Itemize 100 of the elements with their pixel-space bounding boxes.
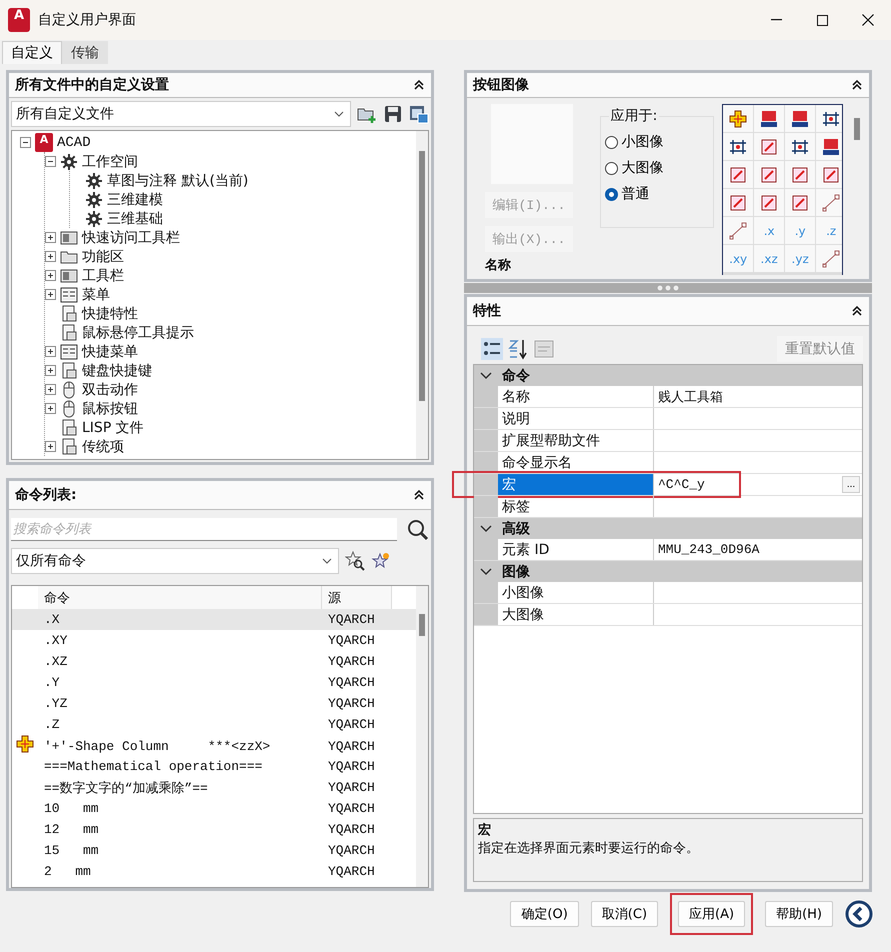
dimension-icon[interactable] [791,138,810,156]
tree-item[interactable]: 三维建模 [107,190,163,208]
dialog-button[interactable]: 取消(C) [590,901,658,927]
command-cell[interactable]: 12 mm [38,819,322,840]
dialog-button[interactable]: 应用(A) [678,901,746,927]
scrollbar[interactable] [416,131,428,459]
command-cell[interactable]: 15 mm [38,840,322,861]
tree-item[interactable]: 快捷菜单 [82,342,138,360]
maximize-icon[interactable] [816,14,828,26]
radio-button[interactable]: 普通 [604,185,714,203]
frame-icon[interactable] [760,194,778,212]
command-cell[interactable]: .Y [38,672,322,693]
star-search-icon[interactable] [345,551,365,571]
splitter-handle[interactable] [464,283,872,293]
window-list-icon[interactable] [409,104,429,124]
tab[interactable]: 自定义 [2,41,62,64]
collapse-icon[interactable] [413,489,425,501]
command-cell[interactable]: .XY [38,630,322,651]
property-name[interactable]: 标签 [498,496,654,517]
dimension-icon[interactable] [729,138,748,156]
tree-item[interactable]: 快速访问工具栏 [82,228,180,246]
property-name[interactable]: 宏 [498,474,654,495]
property-name[interactable]: 命令显示名 [498,452,654,473]
tab[interactable]: 传输 [62,41,108,64]
tree-item[interactable]: LISP 文件 [82,418,144,436]
expand-node-icon[interactable] [45,251,56,262]
command-cell[interactable]: ==数字文字的“加减乘除”== [38,777,322,798]
files-dropdown[interactable]: 所有自定义文件 [11,101,351,127]
cross-icon[interactable] [729,110,748,128]
command-cell[interactable]: .X [38,609,322,630]
scrollbar[interactable] [416,586,428,887]
dimension-icon[interactable] [822,110,840,128]
tree-item[interactable]: 双击动作 [82,380,138,398]
dialog-button[interactable]: 帮助(H) [765,901,833,927]
column-header[interactable]: 源 [322,586,392,609]
tree-item[interactable]: 三维基础 [107,210,163,228]
search-field[interactable]: 搜索命令列表 [11,518,397,541]
radio-button[interactable]: 大图像 [604,159,714,177]
command-cell[interactable]: 10 mm [38,798,322,819]
save-icon[interactable] [383,104,403,124]
line-icon[interactable] [822,250,840,268]
command-cell[interactable]: '+'-Shape Column ***<zzX> [38,736,322,756]
collapse-icon[interactable] [851,305,863,317]
expand-node-icon[interactable] [45,232,56,243]
collapse-icon[interactable] [851,79,863,91]
collapse-node-icon[interactable] [45,156,56,167]
back-icon[interactable] [845,900,873,928]
tree-item[interactable]: 工具栏 [82,266,124,284]
frame-icon[interactable] [760,166,778,184]
expand-node-icon[interactable] [45,289,56,300]
tree-item[interactable]: 鼠标悬停工具提示 [82,324,194,342]
tree-item[interactable]: 菜单 [82,286,110,304]
sort-icon[interactable] [507,338,529,360]
property-name[interactable]: 小图像 [498,582,654,603]
property-value[interactable]: 贱人工具箱 [658,388,723,406]
command-cell[interactable]: .YZ [38,693,322,714]
dialog-button[interactable]: 确定(O) [510,901,579,927]
search-icon[interactable] [407,518,429,540]
radio-button[interactable]: 小图像 [604,133,714,151]
line-icon[interactable] [729,222,748,240]
area-icon[interactable] [791,110,810,128]
tree-item[interactable]: 鼠标按钮 [82,400,138,418]
property-value[interactable]: ^C^C_y [658,477,705,492]
close-icon[interactable] [862,14,874,26]
frame-icon[interactable] [791,194,810,212]
frame-icon[interactable] [729,194,748,212]
frame-icon[interactable] [760,138,778,156]
categorized-icon[interactable] [481,338,503,360]
browse-button[interactable]: ... [842,476,860,493]
property-name[interactable]: 扩展型帮助文件 [498,430,654,451]
star-icon[interactable] [371,551,391,571]
area-icon[interactable] [760,110,778,128]
command-cell[interactable]: .Z [38,714,322,735]
tree-item[interactable]: 功能区 [82,248,124,266]
expand-node-icon[interactable] [45,346,56,357]
expand-node-icon[interactable] [45,270,56,281]
tree-item[interactable]: 快捷特性 [82,304,138,322]
command-cell[interactable]: 2 mm [38,861,322,882]
property-name[interactable]: 说明 [498,408,654,429]
expand-node-icon[interactable] [45,441,56,452]
line-icon[interactable] [822,194,840,212]
frame-icon[interactable] [822,166,840,184]
command-cell[interactable]: .XZ [38,651,322,672]
expand-node-icon[interactable] [45,384,56,395]
tree-item[interactable]: ACAD [57,134,91,150]
property-name[interactable]: 大图像 [498,604,654,625]
filter-dropdown[interactable]: 仅所有命令 [11,548,339,574]
property-name[interactable]: 名称 [498,386,654,407]
expand-node-icon[interactable] [45,403,56,414]
minimize-icon[interactable] [770,19,782,21]
frame-icon[interactable] [729,166,748,184]
tree-item[interactable]: 键盘快捷键 [82,362,152,380]
frame-icon[interactable] [791,166,810,184]
area-icon[interactable] [822,138,840,156]
collapse-icon[interactable] [413,79,425,91]
collapse-node-icon[interactable] [20,137,31,148]
tree-item[interactable]: 草图与注释 默认(当前) [107,172,248,190]
expand-node-icon[interactable] [45,365,56,376]
command-cell[interactable]: ===Mathematical operation=== [38,756,322,777]
column-header[interactable]: 命令 [38,586,322,609]
